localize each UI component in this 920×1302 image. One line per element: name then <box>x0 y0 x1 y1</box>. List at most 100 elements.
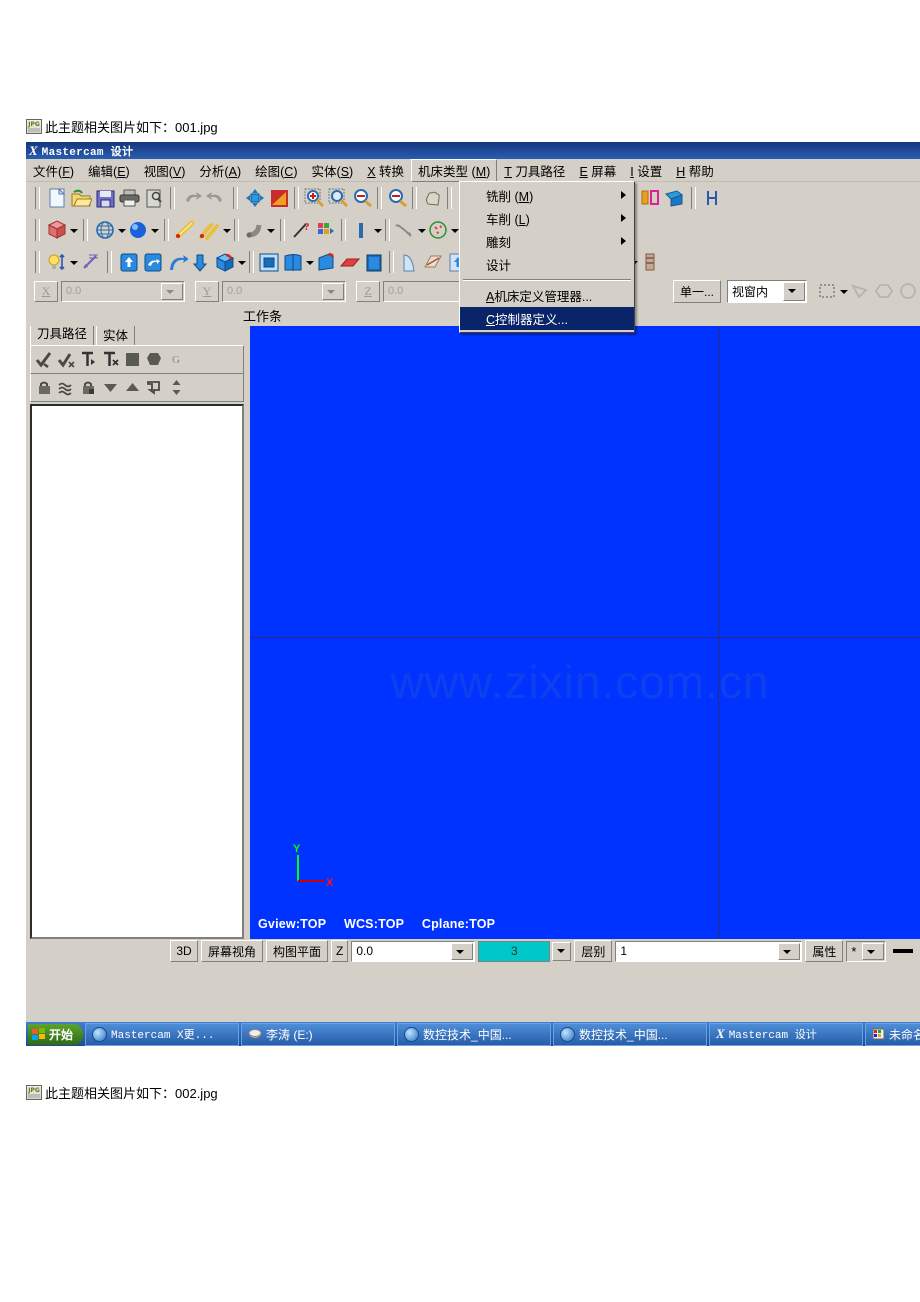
z-depth-combo[interactable]: 0.0 <box>351 940 476 962</box>
backplot-icon[interactable] <box>143 349 165 371</box>
menu-item-router[interactable]: 雕刻 <box>460 230 634 253</box>
taskbar-item-1[interactable]: 李涛 (E:) <box>241 1022 396 1046</box>
revolve-icon[interactable] <box>141 250 165 274</box>
undo-icon[interactable] <box>180 186 204 210</box>
y-coord-button[interactable]: Y <box>195 280 219 302</box>
machine-type-dropdown[interactable]: 铣削 (M) 车削 (L) 雕刻 设计 A机床定义管理器... C控制器定义..… <box>459 181 635 333</box>
sweep-icon[interactable] <box>165 250 189 274</box>
xform-rotate-icon[interactable] <box>638 186 662 210</box>
chevron-down-icon[interactable] <box>266 219 275 241</box>
drawing-canvas[interactable]: www.zixin.com.cn Y X Gview:TOP WCS:TOP C… <box>250 326 920 939</box>
surface-icon[interactable] <box>397 250 421 274</box>
regen-path-icon[interactable] <box>77 349 99 371</box>
chevron-down-icon[interactable] <box>839 280 848 302</box>
taskbar-item-5[interactable]: 未命名 - <box>865 1022 920 1046</box>
move-up-icon[interactable] <box>121 377 143 399</box>
lock-icon[interactable] <box>33 377 55 399</box>
chevron-down-icon[interactable] <box>222 219 231 241</box>
attributes-button[interactable]: 属性 <box>805 940 844 962</box>
zoom-out-icon[interactable] <box>350 186 374 210</box>
color-dropdown-button[interactable] <box>552 941 572 961</box>
menu-item-machine-definition-manager[interactable]: A机床定义管理器... <box>460 284 634 307</box>
dim-icon[interactable] <box>701 186 725 210</box>
menu-xform[interactable]: X 转换 <box>360 159 411 182</box>
y-dropdown-button[interactable] <box>322 282 344 300</box>
select-single-button[interactable]: 单一... <box>672 279 721 303</box>
extrude-up-icon[interactable] <box>117 250 141 274</box>
material-icon[interactable] <box>638 250 662 274</box>
surface-trim-icon[interactable] <box>421 250 445 274</box>
start-button[interactable]: 开始 <box>28 1023 84 1045</box>
menu-solids[interactable]: 实体(S) <box>305 159 361 182</box>
menu-edit[interactable]: 编辑(E) <box>81 159 137 182</box>
select-rect-icon[interactable] <box>815 279 839 303</box>
select-polygon-icon[interactable] <box>848 279 872 303</box>
menu-toolpaths[interactable]: T 刀具路径 <box>497 159 572 182</box>
level-combo[interactable]: 1 <box>615 940 803 962</box>
taskbar-item-0[interactable]: Mastercam X更... <box>85 1022 240 1046</box>
menu-item-lathe[interactable]: 车削 (L) <box>460 207 634 230</box>
z-coord-button[interactable]: Z <box>356 280 380 302</box>
point-icon[interactable]: ? <box>290 218 314 242</box>
chevron-down-icon[interactable] <box>417 219 426 241</box>
fit-screen-icon[interactable] <box>243 186 267 210</box>
operations-tree[interactable] <box>30 404 244 939</box>
menu-analyze[interactable]: 分析(A) <box>192 159 248 182</box>
view-mode-combo[interactable]: 视窗内 <box>727 279 807 303</box>
zoom-minus-icon[interactable] <box>385 186 409 210</box>
menu-file[interactable]: 文件(F) <box>26 159 81 182</box>
point-style-combo[interactable]: * <box>846 940 887 962</box>
deselect-all-ops-icon[interactable] <box>55 349 77 371</box>
light-icon[interactable] <box>45 250 69 274</box>
shade-sphere-icon[interactable] <box>126 218 150 242</box>
toolpath-display-icon[interactable] <box>55 377 77 399</box>
point-style-dropdown-button[interactable] <box>862 942 885 960</box>
solid-trim-icon[interactable] <box>281 250 305 274</box>
solid-shell-icon[interactable] <box>257 250 281 274</box>
view-mode-dropdown-button[interactable] <box>783 281 805 301</box>
chevron-down-icon[interactable] <box>237 251 246 273</box>
x-coord-button[interactable]: X <box>34 280 58 302</box>
color-grid-icon[interactable] <box>314 218 338 242</box>
post-g1-icon[interactable]: G <box>165 349 187 371</box>
cplane-button[interactable]: 构图平面 <box>266 940 329 962</box>
select-all-ops-icon[interactable] <box>33 349 55 371</box>
menu-create[interactable]: 绘图(C) <box>248 159 304 182</box>
taskbar-item-3[interactable]: 数控技术_中国... <box>553 1022 708 1046</box>
line-multi-icon[interactable] <box>198 218 222 242</box>
gview-globe-icon[interactable] <box>93 218 117 242</box>
chevron-down-icon[interactable] <box>450 219 459 241</box>
solid-draft-icon[interactable] <box>362 250 386 274</box>
lock-post-icon[interactable] <box>77 377 99 399</box>
select-polyshape-icon[interactable] <box>872 279 896 303</box>
menu-help[interactable]: H 帮助 <box>669 159 721 182</box>
dim-mode-button[interactable]: 3D <box>170 940 198 962</box>
print-icon[interactable] <box>117 186 141 210</box>
solid-chamfer-icon[interactable] <box>314 250 338 274</box>
move-down-icon[interactable] <box>99 377 121 399</box>
arc-create-icon[interactable] <box>393 218 417 242</box>
fillet-icon[interactable] <box>242 218 266 242</box>
x-dropdown-button[interactable] <box>161 282 183 300</box>
print-preview-icon[interactable] <box>141 186 165 210</box>
save-disk-icon[interactable] <box>93 186 117 210</box>
line-create-icon[interactable] <box>174 218 198 242</box>
level-button[interactable]: 层别 <box>574 940 613 962</box>
regen-dirty-icon[interactable] <box>99 349 121 371</box>
chevron-down-icon[interactable] <box>373 219 382 241</box>
repaint-icon[interactable] <box>267 186 291 210</box>
taskbar-item-2[interactable]: 数控技术_中国... <box>397 1022 552 1046</box>
gview-button[interactable]: 屏幕视角 <box>201 940 264 962</box>
redo-icon[interactable] <box>204 186 228 210</box>
menu-view[interactable]: 视图(V) <box>137 159 193 182</box>
menu-item-control-definition[interactable]: C控制器定义... <box>460 307 634 330</box>
xform-scale-icon[interactable] <box>662 186 686 210</box>
zoom-window-icon[interactable] <box>302 186 326 210</box>
updown-icon[interactable] <box>165 377 187 399</box>
reorder-icon[interactable] <box>143 377 165 399</box>
menu-item-design[interactable]: 设计 <box>460 253 634 276</box>
color-swatch[interactable]: 3 <box>478 940 551 962</box>
x-coord-field[interactable]: 0.0 <box>61 280 185 302</box>
level-dropdown-button[interactable] <box>778 942 801 960</box>
open-folder-icon[interactable] <box>69 186 93 210</box>
